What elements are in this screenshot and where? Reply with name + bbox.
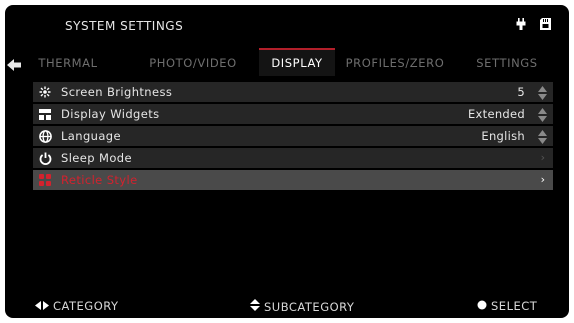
menu-item-label: Display Widgets xyxy=(61,107,160,121)
menu-item-reticle-style[interactable]: Reticle Style › xyxy=(33,170,553,190)
menu-item-display-widgets[interactable]: Display Widgets Extended xyxy=(33,104,553,124)
menu-item-label: Sleep Mode xyxy=(61,151,132,165)
header: SYSTEM SETTINGS xyxy=(5,5,569,41)
menu-item-language[interactable]: Language English xyxy=(33,126,553,146)
brightness-icon xyxy=(35,82,55,102)
menu-item-value: 5 xyxy=(517,85,525,99)
page-title: SYSTEM SETTINGS xyxy=(65,19,184,33)
menu-item-value: Extended xyxy=(467,107,525,121)
category-tabs: THERMAL PHOTO/VIDEO DISPLAY PROFILES/ZER… xyxy=(33,48,553,76)
tab-display[interactable]: DISPLAY xyxy=(259,48,335,76)
menu-item-label: Language xyxy=(61,129,121,143)
sd-card-icon xyxy=(540,18,551,30)
widgets-icon xyxy=(35,104,55,124)
hint-subcategory: SUBCATEGORY xyxy=(250,299,354,314)
tab-thermal[interactable]: THERMAL xyxy=(33,50,103,76)
device-screen: SYSTEM SETTINGS THERMAL PHOTO/VIDEO DISP… xyxy=(5,5,569,318)
up-down-icon xyxy=(538,107,547,126)
status-icons xyxy=(516,18,551,30)
tab-profiles-zero[interactable]: PROFILES/ZERO xyxy=(339,50,451,76)
up-down-icon xyxy=(538,85,547,104)
back-arrow-icon[interactable] xyxy=(7,56,21,75)
menu-item-label: Screen Brightness xyxy=(61,85,173,99)
chevron-right-icon: › xyxy=(540,173,545,186)
up-down-icon xyxy=(538,129,547,148)
menu-item-value: English xyxy=(481,129,525,143)
left-right-arrows-icon xyxy=(35,299,49,313)
hint-subcategory-label: SUBCATEGORY xyxy=(264,299,355,314)
tab-photo-video[interactable]: PHOTO/VIDEO xyxy=(141,50,245,76)
select-button-icon xyxy=(477,299,487,313)
globe-icon xyxy=(35,126,55,146)
hint-category: CATEGORY xyxy=(35,299,119,313)
battery-power-icon xyxy=(516,18,526,30)
up-down-arrows-icon xyxy=(250,299,260,314)
tab-settings[interactable]: SETTINGS xyxy=(465,50,549,76)
button-hints: CATEGORY SUBCATEGORY SELECT xyxy=(5,297,569,317)
chevron-right-icon: › xyxy=(540,151,545,164)
power-icon xyxy=(35,148,55,168)
hint-select-label: SELECT xyxy=(491,299,538,313)
menu-item-sleep-mode[interactable]: Sleep Mode › xyxy=(33,148,553,168)
menu-item-screen-brightness[interactable]: Screen Brightness 5 xyxy=(33,82,553,102)
menu-item-label: Reticle Style xyxy=(61,173,138,187)
settings-menu: Screen Brightness 5 Display Widgets Exte… xyxy=(33,82,553,192)
hint-category-label: CATEGORY xyxy=(53,299,119,313)
hint-select: SELECT xyxy=(477,299,537,313)
reticle-icon xyxy=(35,170,55,190)
